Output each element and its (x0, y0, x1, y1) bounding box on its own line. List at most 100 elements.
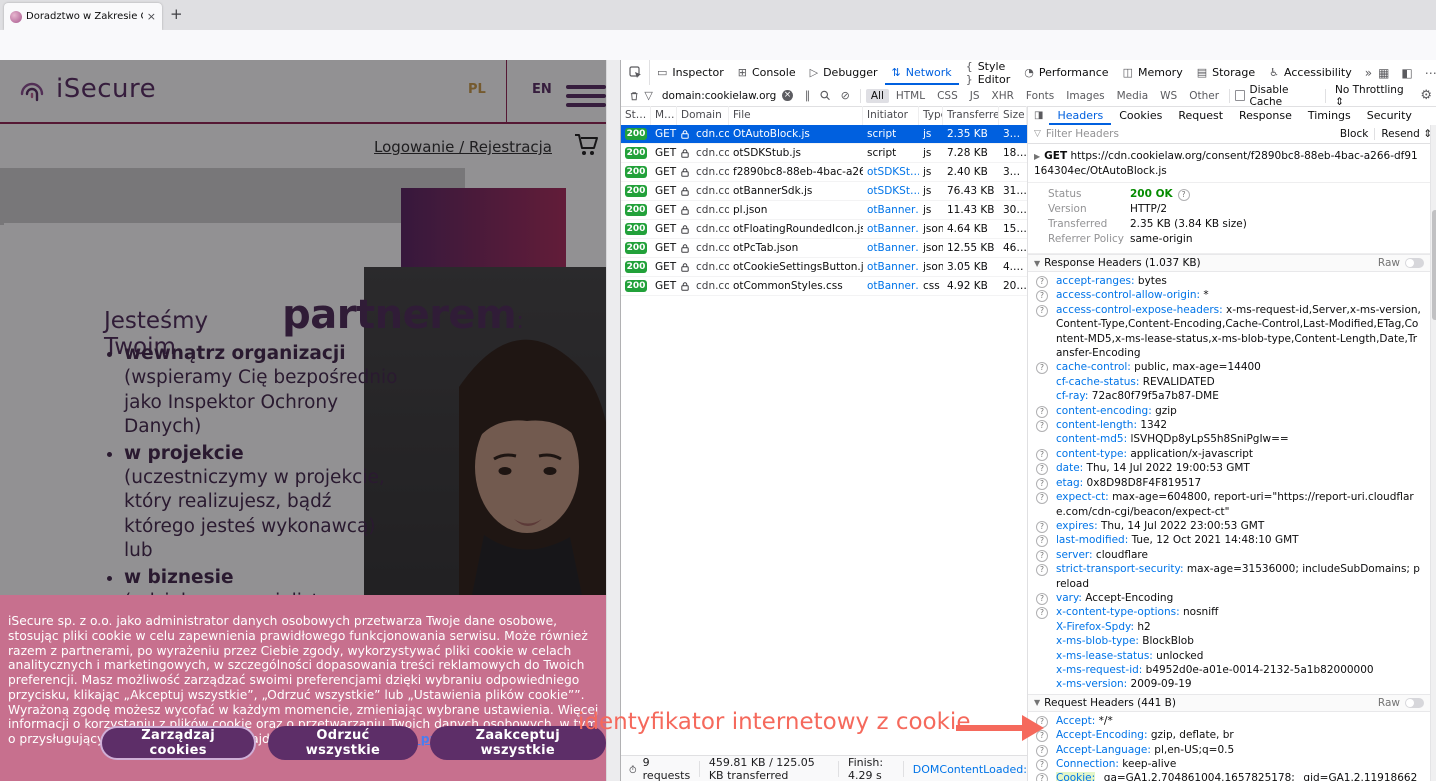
devtools-tab-console[interactable]: ⊞Console (731, 60, 803, 85)
browser-tab[interactable]: Doradztwo w Zakresie Ochrony Dany × (4, 3, 162, 30)
header-info-icon[interactable]: ? (1036, 593, 1048, 605)
expand-panel-icon[interactable]: ◨ (1028, 110, 1049, 121)
detail-tab-response[interactable]: Response (1231, 107, 1300, 125)
header-row[interactable]: x-ms-lease-status: unlocked (1028, 649, 1430, 663)
detail-tab-headers[interactable]: Headers (1049, 107, 1111, 125)
column-header[interactable]: Type (919, 106, 943, 125)
header-row[interactable]: X-Firefox-Spdy: h2 (1028, 620, 1430, 634)
header-row[interactable]: ?expect-ct: max-age=604800, report-uri="… (1028, 490, 1430, 519)
devtools-tab-network[interactable]: ⇅Network (885, 60, 959, 85)
header-row[interactable]: ?etag: 0x8D98D8F4F819517 (1028, 476, 1430, 490)
header-row[interactable]: ?server: cloudflare (1028, 548, 1430, 562)
devtools-tab-debugger[interactable]: ▷Debugger (803, 60, 885, 85)
devtools-tab-style-editor[interactable]: { }Style Editor (959, 60, 1018, 85)
header-info-icon[interactable]: ? (1036, 521, 1048, 533)
header-row[interactable]: ?cache-control: public, max-age=14400 (1028, 360, 1430, 374)
filter-pill-xhr[interactable]: XHR (987, 89, 1019, 103)
network-request-row[interactable]: 200GETcdn.co…otSDKStub.jsscriptjs7.28 KB… (621, 144, 1027, 163)
filter-pill-all[interactable]: All (866, 89, 889, 103)
header-row[interactable]: ?Accept: */* (1028, 714, 1430, 728)
responsive-design-icon[interactable]: ▦ (1378, 66, 1389, 80)
filter-pill-ws[interactable]: WS (1155, 89, 1182, 103)
network-request-row[interactable]: 200GETcdn.co…otPcTab.jsonotBanner…json12… (621, 239, 1027, 258)
detail-tab-cookies[interactable]: Cookies (1111, 107, 1170, 125)
header-row[interactable]: ?content-encoding: gzip (1028, 404, 1430, 418)
header-info-icon[interactable]: ? (1036, 773, 1048, 781)
block-icon[interactable]: ⊘ (841, 89, 850, 102)
network-request-row[interactable]: 200GETcdn.co…f2890bc8-88eb-4bac-a266-df9… (621, 163, 1027, 182)
scrollbar-thumb[interactable] (1432, 210, 1436, 320)
devtools-tab-inspector[interactable]: ▭Inspector (650, 60, 731, 85)
header-row[interactable]: ?vary: Accept-Encoding (1028, 591, 1430, 605)
header-row[interactable]: ?strict-transport-security: max-age=3153… (1028, 562, 1430, 591)
header-row[interactable]: ?content-length: 1342 (1028, 418, 1430, 432)
header-row[interactable]: ?content-type: application/x-javascript (1028, 447, 1430, 461)
header-info-icon[interactable]: ? (1036, 492, 1048, 504)
initiator-cell[interactable]: otBanner… (863, 242, 919, 254)
search-icon[interactable] (820, 90, 830, 101)
header-info-icon[interactable]: ? (1036, 449, 1048, 461)
header-info-icon[interactable]: ? (1036, 276, 1048, 288)
header-info-icon[interactable]: ? (1036, 607, 1048, 619)
header-info-icon[interactable]: ? (1036, 305, 1048, 317)
new-tab-button[interactable]: + (170, 5, 183, 23)
header-info-icon[interactable]: ? (1036, 550, 1048, 562)
detail-tab-request[interactable]: Request (1170, 107, 1231, 125)
column-header[interactable]: M… (651, 106, 677, 125)
header-info-icon[interactable]: ? (1036, 564, 1048, 576)
header-row[interactable]: ?accept-ranges: bytes (1028, 274, 1430, 288)
network-settings-gear-icon[interactable]: ⚙ (1420, 88, 1432, 103)
details-scrollbar[interactable] (1430, 125, 1436, 781)
header-info-icon[interactable]: ? (1036, 463, 1048, 475)
header-row[interactable]: ?Connection: keep-alive (1028, 757, 1430, 771)
filter-pill-other[interactable]: Other (1184, 89, 1224, 103)
devtools-tab-storage[interactable]: ▤Storage (1190, 60, 1262, 85)
expand-arrow-icon[interactable]: ▶ (1034, 152, 1040, 161)
network-request-row[interactable]: 200GETcdn.co…otCommonStyles.cssotBanner…… (621, 277, 1027, 296)
request-url-block[interactable]: ▶GET https://cdn.cookielaw.org/consent/f… (1028, 144, 1430, 183)
network-request-row[interactable]: 200GETcdn.co…OtAutoBlock.jsscriptjs2.35 … (621, 125, 1027, 144)
network-request-row[interactable]: 200GETcdn.co…otCookieSettingsButton.json… (621, 258, 1027, 277)
throttling-select[interactable]: No Throttling ⇕ (1335, 84, 1411, 108)
header-row[interactable]: ?x-content-type-options: nosniff (1028, 605, 1430, 619)
initiator-cell[interactable]: otBanner… (863, 223, 919, 235)
header-info-icon[interactable]: ? (1036, 745, 1048, 757)
filter-pill-js[interactable]: JS (965, 89, 985, 103)
header-row[interactable]: x-ms-version: 2009-09-19 (1028, 677, 1430, 691)
column-header[interactable]: Transferred (943, 106, 999, 125)
devtools-tab-accessibility[interactable]: ♿Accessibility (1262, 60, 1359, 85)
filter-query[interactable]: domain:cookielaw.org (662, 90, 776, 102)
column-header[interactable]: Domain (677, 106, 729, 125)
header-row[interactable]: ?Accept-Encoding: gzip, deflate, br (1028, 728, 1430, 742)
toolbar-overflow-icon[interactable]: » (1359, 66, 1378, 80)
more-options-icon[interactable]: ⋯ (1425, 66, 1436, 80)
manage-cookies-button[interactable]: Zarządzaj cookies (100, 726, 256, 760)
detail-tab-timings[interactable]: Timings (1300, 107, 1359, 125)
pause-icon[interactable]: ∥ (805, 89, 811, 102)
header-row[interactable]: cf-ray: 72ac80f79f5a7b87-DME (1028, 389, 1430, 403)
block-url-button[interactable]: Block (1340, 128, 1368, 140)
header-info-icon[interactable]: ? (1036, 362, 1048, 374)
header-info-icon[interactable]: ? (1036, 290, 1048, 302)
column-header[interactable]: Size (999, 106, 1027, 125)
header-row[interactable]: cf-cache-status: REVALIDATED (1028, 375, 1430, 389)
filter-pill-html[interactable]: HTML (891, 89, 930, 103)
collapse-icon[interactable]: ▼ (1034, 698, 1040, 707)
column-header[interactable]: Initiator (863, 106, 919, 125)
header-row[interactable]: ?date: Thu, 14 Jul 2022 19:00:53 GMT (1028, 461, 1430, 475)
header-info-icon[interactable]: ? (1036, 535, 1048, 547)
header-row[interactable]: ?access-control-allow-origin: * (1028, 288, 1430, 302)
clear-filter-icon[interactable]: × (782, 90, 792, 101)
initiator-cell[interactable]: otSDKSt… (863, 185, 919, 197)
checkbox-icon[interactable] (1235, 90, 1245, 101)
header-info-icon[interactable]: ? (1036, 478, 1048, 490)
initiator-cell[interactable]: otBanner… (863, 204, 919, 216)
request-headers-section[interactable]: ▼ Request Headers (441 B) Raw (1028, 694, 1430, 712)
page-scrollbar[interactable] (606, 60, 620, 781)
header-info-icon[interactable]: ? (1036, 759, 1048, 771)
raw-toggle[interactable] (1405, 258, 1424, 268)
collapse-icon[interactable]: ▼ (1034, 259, 1040, 268)
filter-pill-media[interactable]: Media (1112, 89, 1154, 103)
network-request-row[interactable]: 200GETcdn.co…otBannerSdk.jsotSDKSt…js76.… (621, 182, 1027, 201)
initiator-cell[interactable]: otBanner… (863, 280, 919, 292)
